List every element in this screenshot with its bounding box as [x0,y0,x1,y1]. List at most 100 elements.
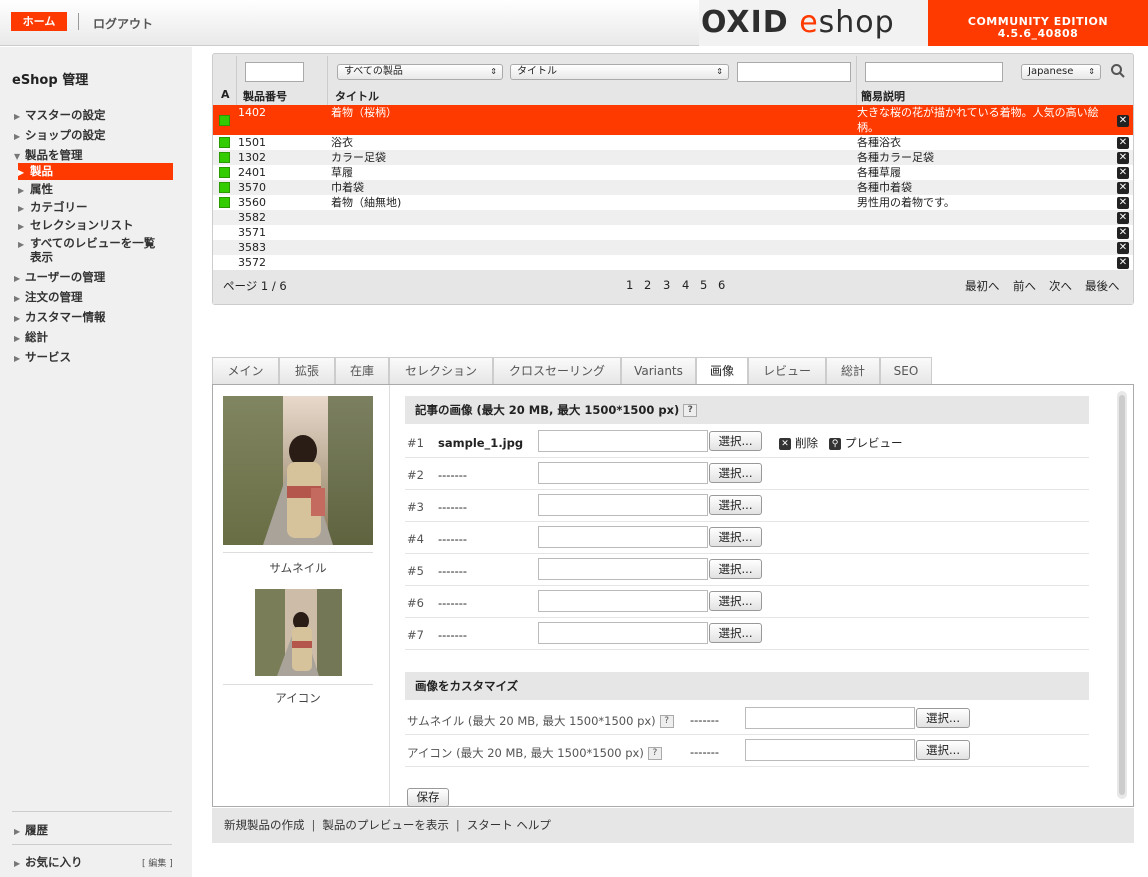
help-icon[interactable]: ? [683,404,698,417]
select-file-button[interactable]: 選択... [709,559,762,579]
table-row[interactable]: 1402 着物（桜柄） 大きな桜の花が描かれている着物。人気の高い絵柄。 ✕ [213,105,1133,135]
file-upload-input[interactable] [538,462,708,484]
delete-icon[interactable]: ✕ [1117,167,1129,179]
favorites-edit-link[interactable]: [ 編集 ] [142,856,173,869]
sidebar-subitem-products[interactable]: ▶ 製品 [18,163,173,180]
file-upload-input[interactable] [538,558,708,580]
preview-product-link[interactable]: 製品のプレビューを表示 [322,818,449,832]
help-icon[interactable]: ? [647,747,662,760]
table-row[interactable]: 3560 着物（紬無地) 男性用の着物です。 ✕ [213,195,1133,210]
select-file-button[interactable]: 選択... [709,431,762,451]
table-row[interactable]: 1302 カラー足袋 各種カラー足袋 ✕ [213,150,1133,165]
preview-image-link[interactable]: ⚲ プレビュー [829,435,903,451]
tab-crossselling[interactable]: クロスセーリング [493,357,621,384]
sidebar-item-products[interactable]: ▼ 製品を管理 [14,147,83,163]
select-file-button[interactable]: 選択... [709,591,762,611]
sidebar-subitem-attributes[interactable]: ▶ 属性 [18,183,173,197]
file-upload-input[interactable] [745,707,915,729]
column-header-id[interactable]: 製品番号 [243,88,287,104]
table-row[interactable]: 2401 草履 各種草履 ✕ [213,165,1133,180]
file-upload-input[interactable] [538,494,708,516]
start-help-link[interactable]: スタート ヘルプ [467,818,551,832]
filter-id-input[interactable] [245,62,304,82]
save-button[interactable]: 保存 [407,788,449,807]
sidebar-item-label: ユーザーの管理 [25,270,106,284]
delete-icon[interactable]: ✕ [1117,197,1129,209]
tab-selection[interactable]: セレクション [389,357,493,384]
sidebar-item-service[interactable]: ▶ サービス [14,349,71,365]
table-row[interactable]: 3570 巾着袋 各種巾着袋 ✕ [213,180,1133,195]
first-page-link[interactable]: 最初へ [965,278,1000,294]
table-row[interactable]: 3572 ✕ [213,255,1133,270]
sidebar-subitem-selection-lists[interactable]: ▶ セレクションリスト [18,219,173,233]
create-product-link[interactable]: 新規製品の作成 [224,818,305,832]
prev-page-link[interactable]: 前へ [1013,278,1036,294]
delete-icon[interactable]: ✕ [1117,182,1129,194]
table-row[interactable]: 3571 ✕ [213,225,1133,240]
scrollbar-thumb[interactable] [1119,395,1125,795]
delete-icon[interactable]: ✕ [1117,137,1129,149]
file-upload-input[interactable] [538,430,708,452]
tab-main[interactable]: メイン [212,357,279,384]
column-header-title[interactable]: タイトル [335,88,379,104]
category-filter-select[interactable]: すべての製品 ⇕ [337,64,503,80]
delete-icon[interactable]: ✕ [1117,152,1129,164]
column-header-active[interactable]: A [221,88,230,101]
table-row[interactable]: 1501 浴衣 各種浴衣 ✕ [213,135,1133,150]
sidebar-subitem-categories[interactable]: ▶ カテゴリー [18,201,173,215]
delete-icon[interactable]: ✕ [1117,212,1129,224]
delete-icon[interactable]: ✕ [1117,227,1129,239]
sidebar-item-orders[interactable]: ▶ 注文の管理 [14,289,83,305]
sidebar-item-users[interactable]: ▶ ユーザーの管理 [14,269,105,285]
tab-reviews[interactable]: レビュー [748,357,826,384]
home-button[interactable]: ホーム [11,12,67,31]
tab-images[interactable]: 画像 [696,357,748,385]
column-header-desc[interactable]: 簡易説明 [861,88,905,104]
field-filter-select[interactable]: タイトル ⇕ [510,64,729,80]
page-link-3[interactable]: 3 [663,278,670,292]
page-link-6[interactable]: 6 [718,278,725,292]
sidebar-item-shop[interactable]: ▶ ショップの設定 [14,127,106,143]
language-select[interactable]: Japanese ⇕ [1021,64,1101,80]
logout-link[interactable]: ログアウト [93,15,153,32]
delete-icon[interactable]: ✕ [1117,115,1129,127]
table-row[interactable]: 3583 ✕ [213,240,1133,255]
table-row[interactable]: 3582 ✕ [213,210,1133,225]
delete-icon[interactable]: ✕ [1117,242,1129,254]
help-icon[interactable]: ? [659,715,674,728]
select-file-button[interactable]: 選択... [916,740,970,760]
sidebar-subitem-reviews[interactable]: ▶ すべてのレビューを一覧 表示 [18,237,173,263]
sidebar-divider [12,844,172,845]
page-link-4[interactable]: 4 [682,278,689,292]
select-file-button[interactable]: 選択... [709,463,762,483]
page-link-1[interactable]: 1 [626,278,633,292]
tab-seo[interactable]: SEO [880,357,932,384]
sidebar-item-customer-info[interactable]: ▶ カスタマー情報 [14,309,106,325]
tab-variants[interactable]: Variants [621,357,696,384]
tab-stock[interactable]: 在庫 [335,357,389,384]
sidebar-item-history[interactable]: ▶ 履歴 [14,822,48,838]
next-page-link[interactable]: 次へ [1049,278,1072,294]
sidebar-item-master[interactable]: ▶ マスターの設定 [14,107,106,123]
magnifier-icon: ⚲ [829,437,841,450]
page-link-2[interactable]: 2 [644,278,651,292]
delete-image-link[interactable]: ✕ 削除 [779,435,818,451]
sidebar-item-statistics[interactable]: ▶ 総計 [14,329,48,345]
file-upload-input[interactable] [538,590,708,612]
delete-icon[interactable]: ✕ [1117,257,1129,269]
tab-statistics[interactable]: 総計 [826,357,880,384]
sidebar-item-favorites[interactable]: ▶ お気に入り [14,854,83,870]
filter-title-input[interactable] [737,62,851,82]
filter-desc-input[interactable] [865,62,1003,82]
search-icon[interactable] [1110,63,1126,82]
select-file-button[interactable]: 選択... [709,495,762,515]
file-upload-input[interactable] [538,526,708,548]
tab-extend[interactable]: 拡張 [279,357,335,384]
select-file-button[interactable]: 選択... [709,623,762,643]
last-page-link[interactable]: 最後へ [1085,278,1120,294]
page-link-5[interactable]: 5 [700,278,707,292]
select-file-button[interactable]: 選択... [709,527,762,547]
file-upload-input[interactable] [745,739,915,761]
select-file-button[interactable]: 選択... [916,708,970,728]
file-upload-input[interactable] [538,622,708,644]
